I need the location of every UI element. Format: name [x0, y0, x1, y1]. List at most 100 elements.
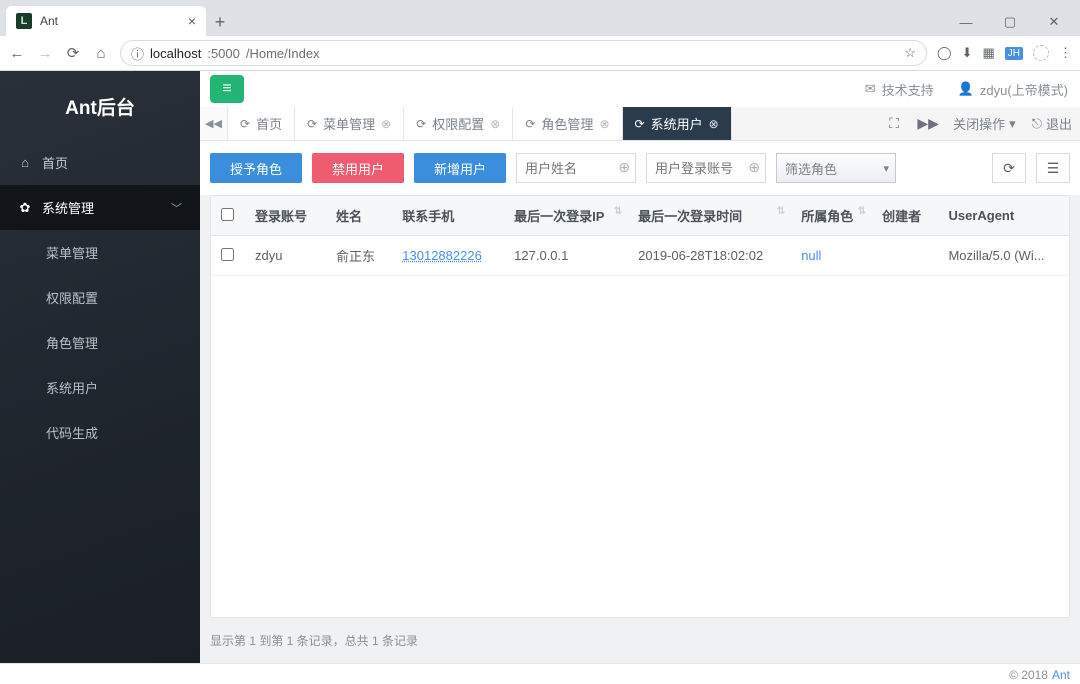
ext-circle-icon[interactable]: ◯ [937, 45, 952, 61]
close-window-icon[interactable]: ✕ [1036, 8, 1072, 36]
refresh-icon: ⟳ [525, 117, 535, 131]
col-ua: UserAgent [938, 196, 1069, 236]
app-logo: Ant后台 [0, 71, 200, 140]
col-phone: 联系手机 [392, 196, 504, 236]
topbar: ≡ ✉ 技术支持 👤 zdyu(上帝模式) [200, 71, 1080, 107]
refresh-icon: ⟳ [240, 117, 250, 131]
back-icon[interactable]: ← [8, 44, 26, 62]
window-controls: — ▢ ✕ [948, 8, 1080, 36]
tabs-scroll-right[interactable]: ▶▶ [911, 115, 945, 132]
tab-title: Ant [40, 14, 180, 28]
url-port: :5000 [207, 46, 240, 61]
nav-sub-menu-mgmt[interactable]: 菜单管理 [0, 230, 200, 275]
close-icon[interactable]: ⊗ [709, 117, 719, 131]
logout-link[interactable]: ⎋退出 [1024, 114, 1080, 133]
filter-role-select[interactable]: 筛选角色 [776, 153, 896, 183]
sort-icon[interactable]: ⇅ [858, 206, 866, 217]
home-icon: ⌂ [18, 155, 32, 170]
browser-extensions: ◯ ⬇ ▦ JH ⋮ [937, 45, 1072, 61]
tab-home[interactable]: ⟳首页 [228, 107, 295, 140]
cell-phone: 13012882226 [392, 236, 504, 276]
gear-icon: ✿ [18, 200, 32, 216]
browser-tabstrip: L Ant × + — ▢ ✕ [0, 0, 1080, 36]
sidebar: Ant后台 ⌂ 首页 ✿ 系统管理 ﹀ 菜单管理 权限配置 角色管理 系统用户 … [0, 71, 200, 663]
cell-role: null [791, 236, 872, 276]
fullscreen-icon[interactable]: ⛶ [877, 115, 911, 132]
sort-icon[interactable]: ⇅ [777, 206, 785, 217]
close-icon[interactable]: ⊗ [381, 117, 391, 131]
row-checkbox[interactable] [221, 248, 234, 261]
nav-sub-role[interactable]: 角色管理 [0, 320, 200, 365]
cell-lastlogin: 2019-06-28T18:02:02 [628, 236, 791, 276]
ext-dots-icon[interactable] [1033, 45, 1049, 61]
close-icon[interactable]: × [188, 13, 196, 29]
refresh-icon: ⟳ [307, 117, 317, 131]
table-row[interactable]: zdyu 俞正东 13012882226 127.0.0.1 2019-06-2… [211, 236, 1069, 276]
nav-sub-codegen[interactable]: 代码生成 [0, 410, 200, 455]
disable-user-button[interactable]: 禁用用户 [312, 153, 404, 183]
nav-home[interactable]: ⌂ 首页 [0, 140, 200, 185]
col-account: 登录账号 [245, 196, 326, 236]
tab-perm[interactable]: ⟳权限配置⊗ [404, 107, 513, 140]
user-icon: 👤 [958, 81, 974, 97]
add-user-button[interactable]: 新增用户 [414, 153, 506, 183]
nav-sub-perm[interactable]: 权限配置 [0, 275, 200, 320]
menu-icon[interactable]: ⋮ [1059, 45, 1072, 61]
clear-icon[interactable]: ⊕ [618, 159, 630, 176]
favicon: L [16, 13, 32, 29]
grant-role-button[interactable]: 授予角色 [210, 153, 302, 183]
app-shell: Ant后台 ⌂ 首页 ✿ 系统管理 ﹀ 菜单管理 权限配置 角色管理 系统用户 … [0, 71, 1080, 663]
minimize-icon[interactable]: — [948, 8, 984, 36]
cell-ip: 127.0.0.1 [504, 236, 628, 276]
columns-button[interactable]: ☰ [1036, 153, 1070, 183]
refresh-button[interactable]: ⟳ [992, 153, 1026, 183]
data-table: 登录账号 姓名 联系手机 最后一次登录IP⇅ 最后一次登录时间⇅ 所属角色⇅ 创… [210, 195, 1070, 618]
ext-download-icon[interactable]: ⬇ [962, 45, 973, 61]
ext-qr-icon[interactable]: ▦ [982, 45, 994, 61]
pagination-info: 显示第 1 到第 1 条记录，总共 1 条记录 [200, 618, 1080, 663]
footer-link[interactable]: Ant [1052, 668, 1070, 682]
browser-tab[interactable]: L Ant × [6, 6, 206, 36]
tab-role[interactable]: ⟳角色管理⊗ [513, 107, 622, 140]
tab-menu-mgmt[interactable]: ⟳菜单管理⊗ [295, 107, 404, 140]
chevron-down-icon: ﹀ [171, 200, 182, 216]
col-ip: 最后一次登录IP⇅ [504, 196, 628, 236]
cell-name: 俞正东 [326, 236, 392, 276]
logout-icon: ⎋ [1032, 116, 1042, 132]
close-icon[interactable]: ⊗ [599, 117, 609, 131]
sort-icon[interactable]: ⇅ [614, 206, 622, 217]
home-icon[interactable]: ⌂ [92, 44, 110, 62]
user-menu[interactable]: 👤 zdyu(上帝模式) [946, 80, 1080, 99]
clear-icon[interactable]: ⊕ [748, 159, 760, 176]
address-bar-row: ← → ⟳ ⌂ ⓘ localhost:5000/Home/Index ☆ ◯ … [0, 36, 1080, 70]
phone-link[interactable]: 13012882226 [402, 248, 482, 263]
tabs-scroll-left[interactable]: ◀◀ [200, 107, 228, 140]
forward-icon[interactable]: → [36, 44, 54, 62]
nav-section-label: 系统管理 [42, 198, 94, 217]
support-link[interactable]: ✉ 技术支持 [853, 80, 946, 99]
new-tab-button[interactable]: + [206, 8, 234, 36]
close-icon[interactable]: ⊗ [490, 117, 500, 131]
mail-icon: ✉ [865, 81, 876, 97]
close-ops-menu[interactable]: 关闭操作▾ [945, 114, 1024, 133]
col-name: 姓名 [326, 196, 392, 236]
tab-sysuser[interactable]: ⟳系统用户⊗ [623, 107, 732, 140]
reload-icon[interactable]: ⟳ [64, 44, 82, 62]
col-role: 所属角色⇅ [791, 196, 872, 236]
address-bar[interactable]: ⓘ localhost:5000/Home/Index ☆ [120, 40, 927, 66]
footer: © 2018 Ant [0, 663, 1080, 684]
maximize-icon[interactable]: ▢ [992, 8, 1028, 36]
cell-account: zdyu [245, 236, 326, 276]
toggle-sidebar-button[interactable]: ≡ [210, 75, 244, 103]
info-icon[interactable]: ⓘ [131, 44, 144, 63]
nav-sub-sysuser[interactable]: 系统用户 [0, 365, 200, 410]
nav-section-system[interactable]: ✿ 系统管理 ﹀ [0, 185, 200, 230]
star-icon[interactable]: ☆ [904, 45, 916, 61]
cell-creator [872, 236, 938, 276]
nav-home-label: 首页 [42, 153, 68, 172]
cell-ua: Mozilla/5.0 (Wi... [938, 236, 1069, 276]
ext-jh-icon[interactable]: JH [1005, 47, 1023, 60]
select-all-checkbox[interactable] [221, 208, 234, 221]
caret-down-icon: ▾ [1009, 116, 1016, 132]
refresh-icon: ⟳ [635, 117, 645, 131]
